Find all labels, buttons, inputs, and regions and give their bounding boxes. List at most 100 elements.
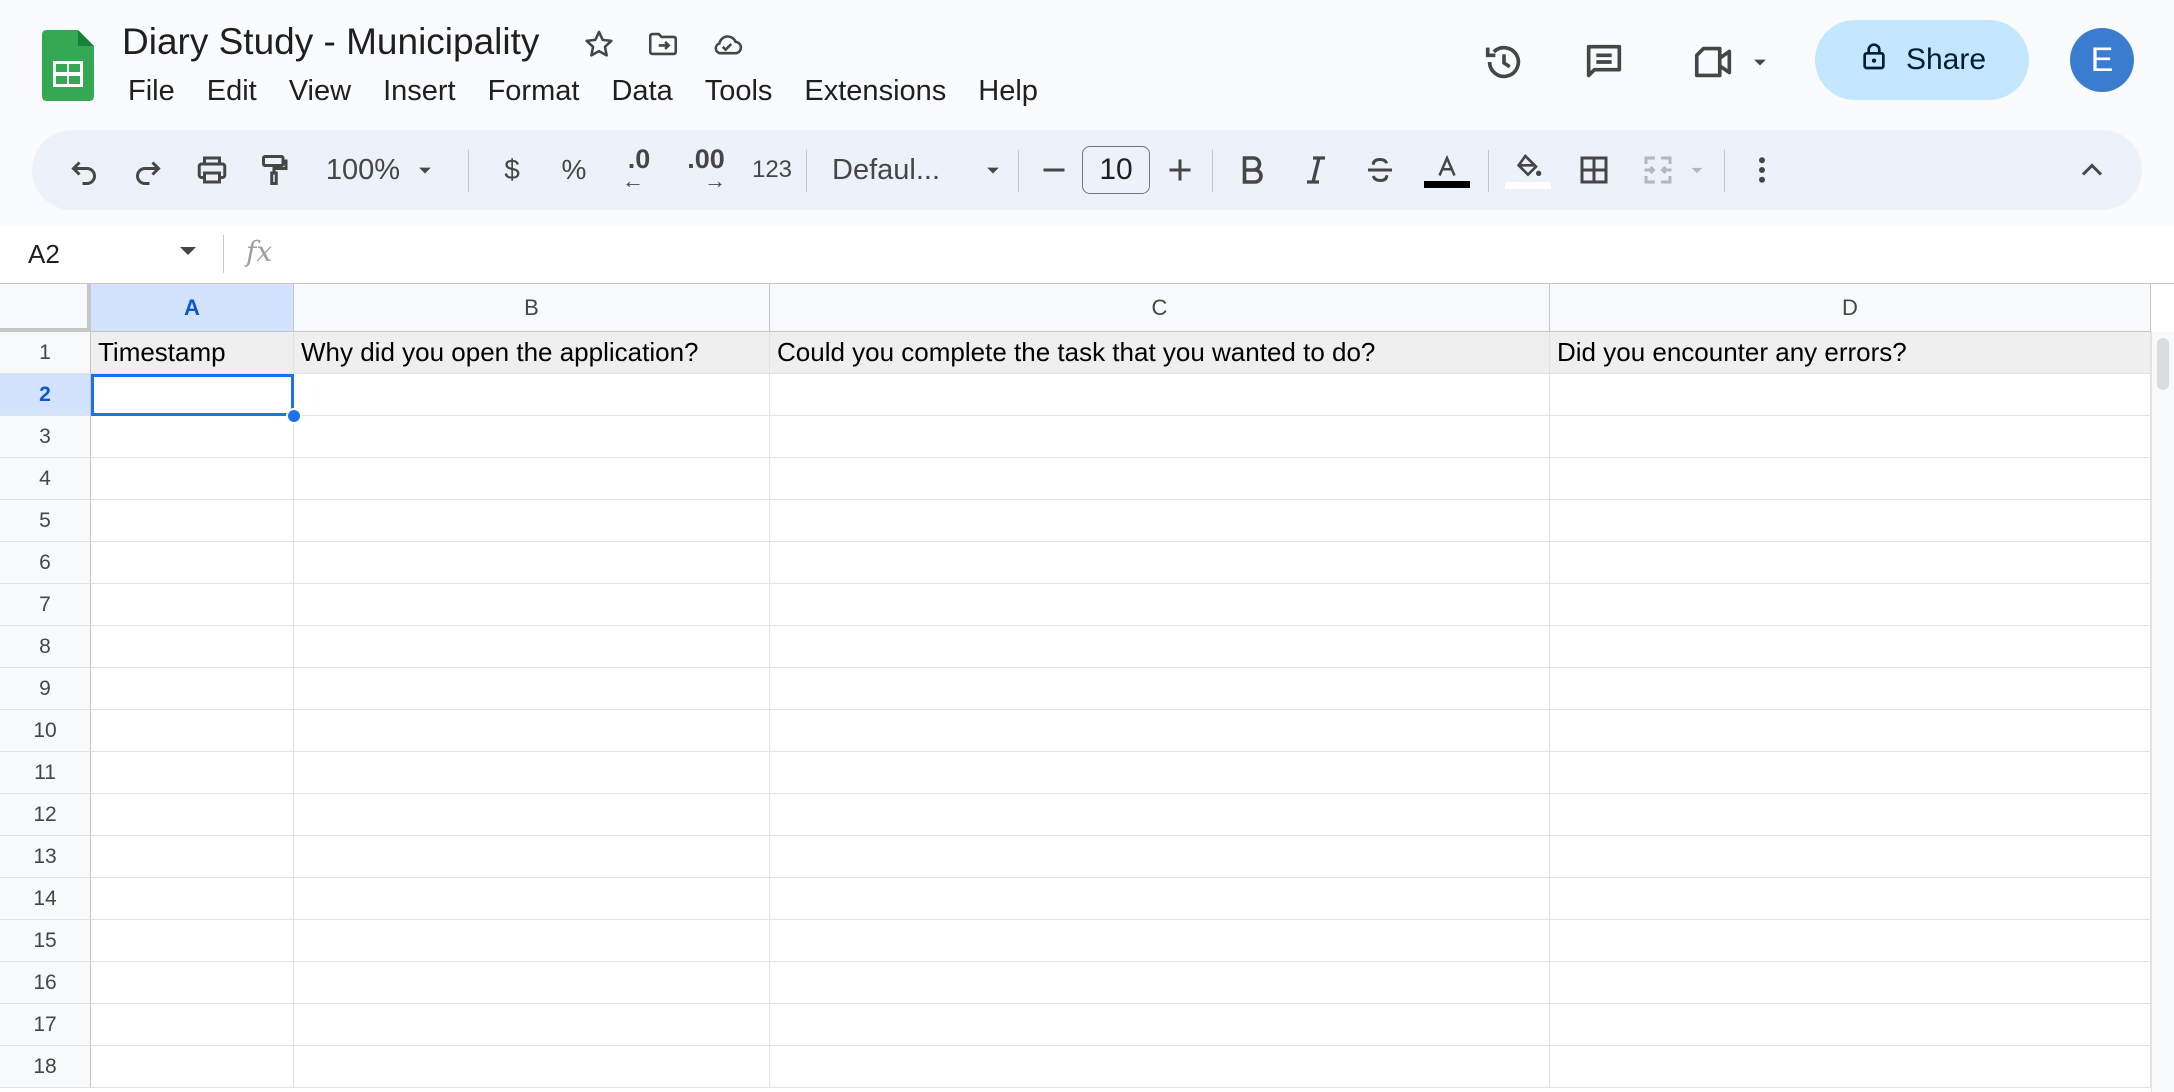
increase-font-size-icon[interactable] — [1160, 142, 1200, 198]
cell-d13[interactable] — [1550, 836, 2151, 878]
collapse-toolbar-icon[interactable] — [2068, 142, 2116, 198]
cell-d2[interactable] — [1550, 374, 2151, 416]
cell-d5[interactable] — [1550, 500, 2151, 542]
fill-color-icon[interactable] — [1502, 142, 1554, 198]
row-header-3[interactable]: 3 — [0, 416, 91, 458]
column-header-a[interactable]: A — [91, 284, 294, 332]
merge-dropdown-icon[interactable] — [1682, 142, 1712, 198]
cell-b1[interactable]: Why did you open the application? — [294, 332, 770, 374]
cell-c15[interactable] — [770, 920, 1550, 962]
italic-icon[interactable] — [1294, 142, 1338, 198]
cell-b11[interactable] — [294, 752, 770, 794]
cell-b18[interactable] — [294, 1046, 770, 1088]
column-header-d[interactable]: D — [1550, 284, 2151, 332]
menu-tools[interactable]: Tools — [689, 70, 789, 112]
sheets-logo-icon[interactable] — [42, 30, 94, 101]
row-header-11[interactable]: 11 — [0, 752, 91, 794]
font-dropdown-icon[interactable] — [976, 142, 1010, 198]
active-cell-a2[interactable] — [91, 374, 294, 416]
row-header-13[interactable]: 13 — [0, 836, 91, 878]
cell-b13[interactable] — [294, 836, 770, 878]
share-button[interactable]: Share — [1815, 20, 2029, 100]
select-all-corner[interactable] — [0, 284, 91, 332]
text-color-icon[interactable] — [1420, 142, 1474, 198]
cell-a10[interactable] — [91, 710, 294, 752]
zoom-dropdown-icon[interactable] — [408, 142, 442, 198]
menu-file[interactable]: File — [112, 70, 191, 112]
cell-d18[interactable] — [1550, 1046, 2151, 1088]
cell-d3[interactable] — [1550, 416, 2151, 458]
cell-c16[interactable] — [770, 962, 1550, 1004]
cell-a18[interactable] — [91, 1046, 294, 1088]
cell-d15[interactable] — [1550, 920, 2151, 962]
cell-c9[interactable] — [770, 668, 1550, 710]
fill-handle[interactable] — [286, 408, 302, 424]
bold-icon[interactable] — [1230, 142, 1274, 198]
cell-d14[interactable] — [1550, 878, 2151, 920]
more-formats-button[interactable]: 123 — [744, 142, 800, 198]
cell-d9[interactable] — [1550, 668, 2151, 710]
row-header-7[interactable]: 7 — [0, 584, 91, 626]
cell-c2[interactable] — [770, 374, 1550, 416]
name-box-dropdown-icon[interactable] — [180, 247, 196, 255]
formula-input[interactable] — [300, 233, 2140, 275]
cell-c5[interactable] — [770, 500, 1550, 542]
menu-view[interactable]: View — [273, 70, 367, 112]
undo-icon[interactable] — [60, 142, 108, 198]
cell-c8[interactable] — [770, 626, 1550, 668]
cell-a14[interactable] — [91, 878, 294, 920]
cell-a7[interactable] — [91, 584, 294, 626]
row-header-6[interactable]: 6 — [0, 542, 91, 584]
row-header-5[interactable]: 5 — [0, 500, 91, 542]
row-header-17[interactable]: 17 — [0, 1004, 91, 1046]
cell-c11[interactable] — [770, 752, 1550, 794]
strikethrough-icon[interactable] — [1358, 142, 1402, 198]
cell-d6[interactable] — [1550, 542, 2151, 584]
cell-c12[interactable] — [770, 794, 1550, 836]
more-icon[interactable] — [1742, 142, 1782, 198]
scrollbar-thumb[interactable] — [2157, 338, 2169, 390]
font-select[interactable]: Defaul... — [832, 142, 982, 198]
row-header-14[interactable]: 14 — [0, 878, 91, 920]
column-header-c[interactable]: C — [770, 284, 1550, 332]
version-history-icon[interactable] — [1478, 36, 1530, 88]
cell-c10[interactable] — [770, 710, 1550, 752]
cell-c7[interactable] — [770, 584, 1550, 626]
cell-d11[interactable] — [1550, 752, 2151, 794]
cell-c18[interactable] — [770, 1046, 1550, 1088]
cell-c3[interactable] — [770, 416, 1550, 458]
menu-insert[interactable]: Insert — [367, 70, 472, 112]
cell-b10[interactable] — [294, 710, 770, 752]
menu-extensions[interactable]: Extensions — [788, 70, 962, 112]
percent-format-button[interactable]: % — [554, 142, 594, 198]
font-size-input[interactable]: 10 — [1082, 146, 1150, 194]
cell-d1[interactable]: Did you encounter any errors? — [1550, 332, 2151, 374]
redo-icon[interactable] — [124, 142, 172, 198]
row-header-1[interactable]: 1 — [0, 332, 91, 374]
row-header-16[interactable]: 16 — [0, 962, 91, 1004]
cell-b8[interactable] — [294, 626, 770, 668]
row-header-4[interactable]: 4 — [0, 458, 91, 500]
cell-a13[interactable] — [91, 836, 294, 878]
cell-b9[interactable] — [294, 668, 770, 710]
cell-b17[interactable] — [294, 1004, 770, 1046]
dropdown-caret-icon[interactable] — [1734, 36, 1786, 88]
borders-icon[interactable] — [1570, 142, 1618, 198]
cell-a15[interactable] — [91, 920, 294, 962]
cell-d4[interactable] — [1550, 458, 2151, 500]
star-icon[interactable] — [576, 24, 622, 64]
vertical-scrollbar[interactable] — [2151, 332, 2174, 1092]
cell-d12[interactable] — [1550, 794, 2151, 836]
cell-d16[interactable] — [1550, 962, 2151, 1004]
cell-a12[interactable] — [91, 794, 294, 836]
row-header-12[interactable]: 12 — [0, 794, 91, 836]
column-header-b[interactable]: B — [294, 284, 770, 332]
cell-d10[interactable] — [1550, 710, 2151, 752]
meet-video-icon[interactable] — [1688, 36, 1740, 88]
menu-help[interactable]: Help — [962, 70, 1054, 112]
cell-a9[interactable] — [91, 668, 294, 710]
cell-a16[interactable] — [91, 962, 294, 1004]
cell-a11[interactable] — [91, 752, 294, 794]
menu-edit[interactable]: Edit — [191, 70, 273, 112]
cell-a5[interactable] — [91, 500, 294, 542]
